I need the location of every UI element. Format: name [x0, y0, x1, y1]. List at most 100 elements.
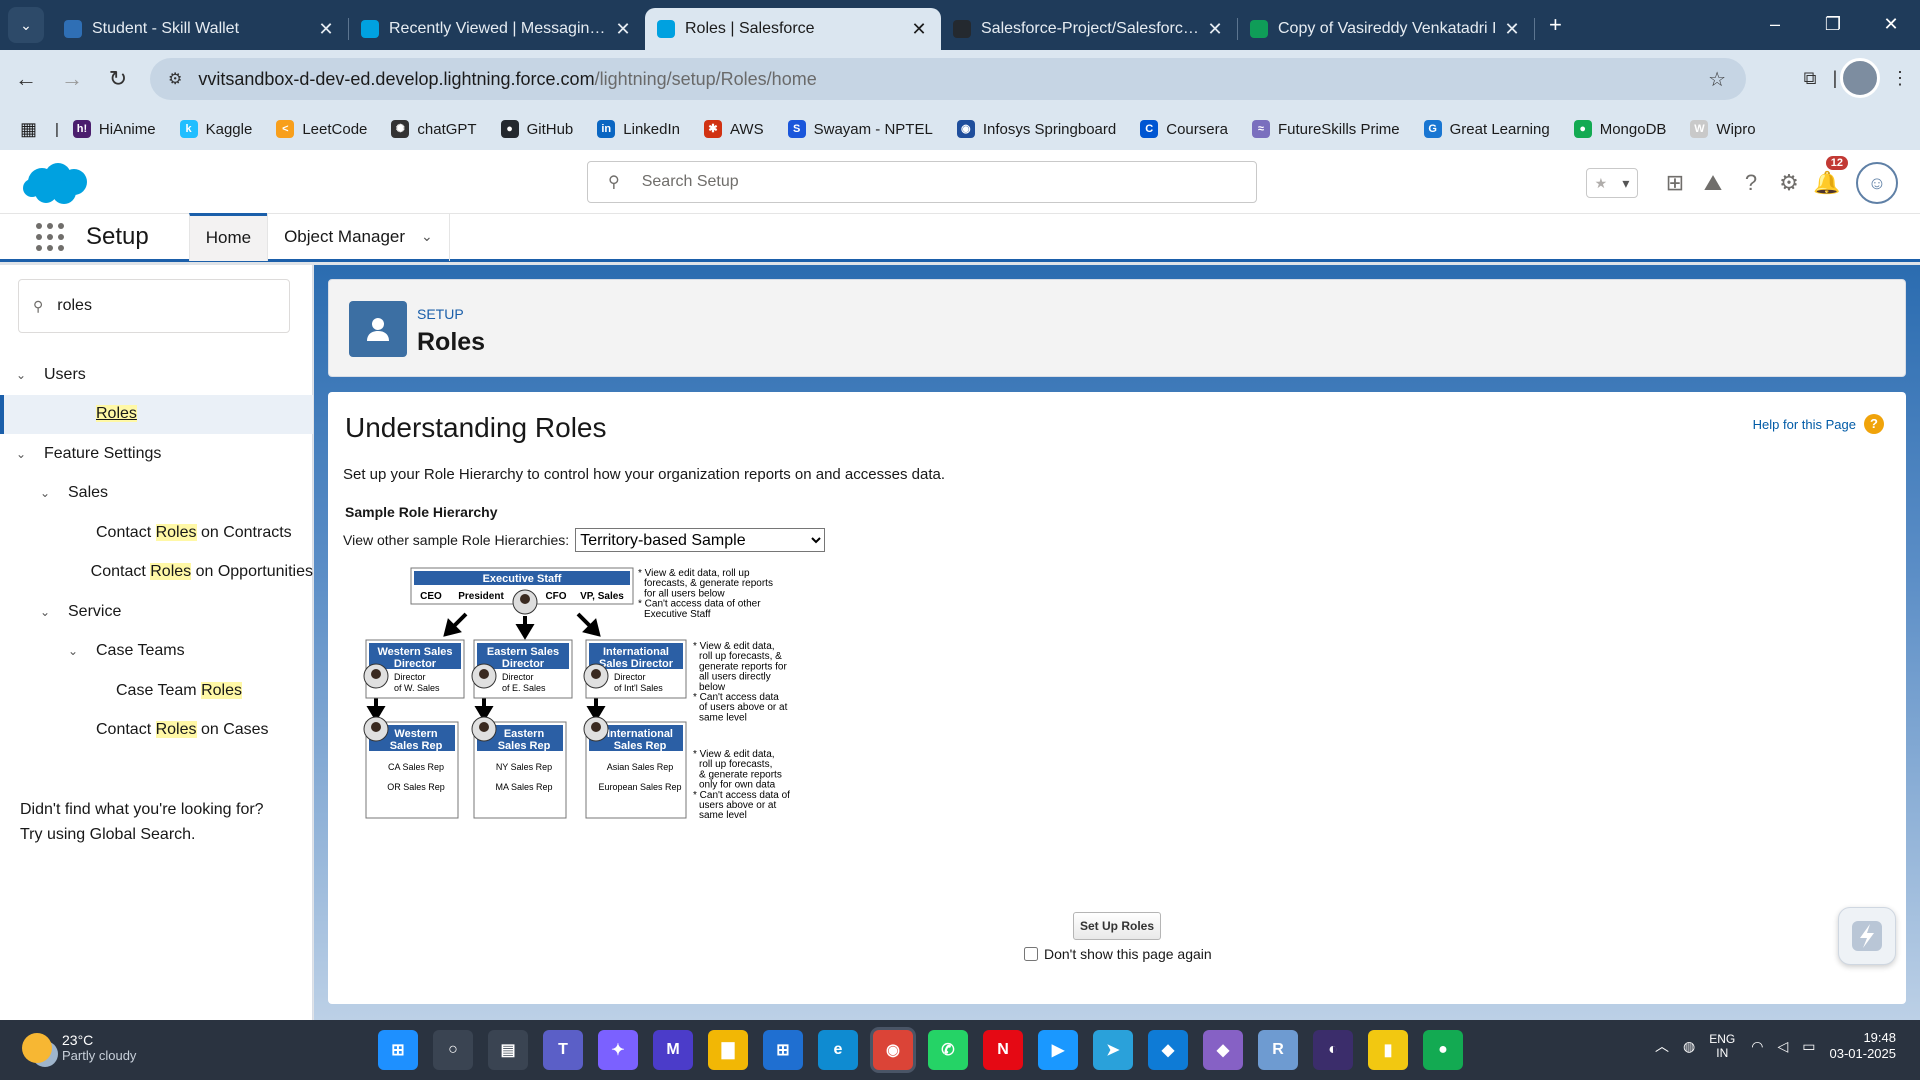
setup-tree-node[interactable]: Contact Roles on Opportunities [0, 553, 313, 593]
close-tab-icon[interactable]: ✕ [613, 19, 633, 40]
eclipse-icon[interactable]: ◐ [1313, 1030, 1353, 1070]
browser-menu-icon[interactable]: ⋮ [1880, 58, 1920, 98]
setup-tree-node[interactable]: Contact Roles on Contracts [0, 513, 313, 553]
windows-start-icon[interactable]: ⊞ [378, 1030, 418, 1070]
setup-tree-node[interactable]: ⌄ Case Teams [0, 632, 313, 672]
setup-tree-node[interactable]: ⌄ Feature Settings [0, 434, 313, 474]
help-icon[interactable]: ? [1864, 414, 1884, 434]
chevron-down-icon[interactable]: ⌄ [421, 228, 433, 245]
salesforce-logo[interactable] [20, 160, 92, 208]
notes-app-icon[interactable]: M [653, 1030, 693, 1070]
sample-hierarchy-select[interactable]: Territory-based Sample [575, 528, 826, 552]
edge-icon[interactable]: e [818, 1030, 858, 1070]
bookmark-item[interactable]: in LinkedIn [597, 120, 680, 138]
chrome-icon[interactable]: ◉ [873, 1030, 913, 1070]
dont-show-again[interactable]: Don't show this page again [1024, 946, 1212, 962]
new-tab-button[interactable]: + [1549, 12, 1562, 38]
setup-tree-node[interactable]: ⌄ Service [0, 592, 313, 632]
bookmark-item[interactable]: C Coursera [1140, 120, 1228, 138]
bookmark-item[interactable]: S Swayam - NPTEL [787, 120, 933, 138]
browser-tab[interactable]: Copy of Vasireddy Venkatadri I ✕ [1238, 8, 1534, 50]
set-up-roles-button[interactable]: Set Up Roles [1073, 912, 1161, 940]
tab-object-manager[interactable]: Object Manager ⌄ [267, 212, 450, 261]
bookmark-item[interactable]: h! HiAnime [72, 120, 156, 138]
global-actions-icon[interactable]: ⊞ [1656, 164, 1694, 202]
teams-icon[interactable]: T [543, 1030, 583, 1070]
browser-tab[interactable]: Recently Viewed | Messaging U ✕ [349, 8, 645, 50]
tab-home[interactable]: Home [188, 212, 268, 261]
power-bi-icon[interactable]: ▮ [1368, 1030, 1408, 1070]
close-tab-icon[interactable]: ✕ [1205, 19, 1225, 40]
help-link[interactable]: Help for this Page? [1753, 414, 1884, 434]
chevron-down-icon[interactable]: ⌄ [38, 486, 52, 500]
folder-icon[interactable]: ▇ [708, 1030, 748, 1070]
weather-widget[interactable]: 23°C Partly cloudy [22, 1032, 136, 1064]
file-manager-icon[interactable]: ▤ [488, 1030, 528, 1070]
floating-lightning-button[interactable] [1838, 907, 1896, 965]
copilot-icon[interactable]: ✦ [598, 1030, 638, 1070]
extensions-icon[interactable]: ⧉ [1790, 58, 1830, 98]
clock[interactable]: 19:48 03-01-2025 [1830, 1030, 1897, 1062]
close-window-icon[interactable]: ✕ [1862, 0, 1920, 48]
reload-icon[interactable]: ↻ [98, 59, 138, 99]
bookmark-star-icon[interactable]: ☆ [1708, 67, 1726, 92]
address-bar[interactable]: ⚙ vvitsandbox-d-dev-ed.develop.lightning… [150, 58, 1746, 100]
close-tab-icon[interactable]: ✕ [316, 19, 336, 40]
dont-show-checkbox[interactable] [1024, 947, 1038, 961]
setup-tree-node[interactable]: ⌄ Users [0, 355, 313, 395]
bookmark-item[interactable]: ● MongoDB [1573, 120, 1666, 138]
r-lang-icon[interactable]: R [1258, 1030, 1298, 1070]
back-icon[interactable]: ← [6, 59, 46, 99]
help-link-label[interactable]: Help for this Page [1753, 417, 1856, 432]
visual-studio-icon[interactable]: ◆ [1203, 1030, 1243, 1070]
browser-tab[interactable]: Salesforce-Project/Salesforce P ✕ [941, 8, 1237, 50]
setup-tree-node[interactable]: ⌄ Sales [0, 474, 313, 514]
tab-search-button[interactable]: ⌄ [8, 7, 44, 43]
chevron-down-icon[interactable]: ⌄ [66, 644, 80, 658]
browser-tab[interactable]: Student - Skill Wallet ✕ [52, 8, 348, 50]
profile-avatar[interactable] [1840, 58, 1880, 98]
browser-tab[interactable]: Roles | Salesforce ✕ [645, 8, 941, 50]
setup-tree-node[interactable]: Case Team Roles [0, 671, 313, 711]
trailhead-icon[interactable]: ⛰ [1694, 164, 1732, 202]
favorites-button[interactable]: ★ ▾ [1586, 168, 1638, 198]
chevron-up-icon[interactable]: ︿ [1655, 1036, 1669, 1056]
setup-search-input[interactable]: ⚲ Search Setup [587, 161, 1257, 203]
help-icon[interactable]: ? [1732, 164, 1770, 202]
quick-find-input[interactable]: ⚲ roles [18, 279, 290, 333]
battery-icon[interactable]: ▭ [1802, 1038, 1815, 1055]
bookmark-item[interactable]: k Kaggle [179, 120, 252, 138]
whatsapp-icon[interactable]: ✆ [928, 1030, 968, 1070]
camera-off-icon[interactable]: ◍ [1683, 1038, 1695, 1055]
chevron-down-icon[interactable]: ⌄ [38, 605, 52, 619]
setup-tree-node[interactable]: Contact Roles on Cases [0, 711, 313, 751]
minimize-icon[interactable]: – [1746, 0, 1804, 48]
apps-grid-icon[interactable]: ▦ [20, 119, 37, 140]
setup-tree-node[interactable]: Roles [0, 394, 313, 434]
bookmark-item[interactable]: ◉ Infosys Springboard [956, 120, 1116, 138]
vscode-icon[interactable]: ◆ [1148, 1030, 1188, 1070]
chevron-down-icon[interactable]: ⌄ [14, 368, 28, 382]
close-tab-icon[interactable]: ✕ [909, 19, 929, 40]
mongodb-compass-icon[interactable]: ● [1423, 1030, 1463, 1070]
gear-icon[interactable]: ⚙ [1770, 164, 1808, 202]
forward-icon[interactable]: → [52, 59, 92, 99]
prime-video-icon[interactable]: ▶ [1038, 1030, 1078, 1070]
chevron-down-icon[interactable]: ⌄ [14, 447, 28, 461]
bookmark-item[interactable]: ≈ FutureSkills Prime [1251, 120, 1400, 138]
bookmark-item[interactable]: ● GitHub [500, 120, 573, 138]
bookmark-item[interactable]: ✺ chatGPT [391, 120, 477, 138]
language-indicator[interactable]: ENG IN [1709, 1032, 1735, 1060]
bookmark-item[interactable]: < LeetCode [276, 120, 367, 138]
bookmark-item[interactable]: W Wipro [1690, 120, 1756, 138]
telegram-icon[interactable]: ➤ [1093, 1030, 1133, 1070]
search-icon[interactable]: ○ [433, 1030, 473, 1070]
netflix-icon[interactable]: N [983, 1030, 1023, 1070]
volume-icon[interactable]: ◁ [1777, 1038, 1788, 1055]
app-launcher-icon[interactable] [36, 222, 64, 251]
notifications-bell-icon[interactable]: 🔔 12 [1808, 156, 1848, 202]
user-avatar[interactable]: ☺ [1856, 162, 1898, 204]
close-tab-icon[interactable]: ✕ [1502, 19, 1522, 40]
site-info-icon[interactable]: ⚙ [168, 69, 182, 89]
store-icon[interactable]: ⊞ [763, 1030, 803, 1070]
